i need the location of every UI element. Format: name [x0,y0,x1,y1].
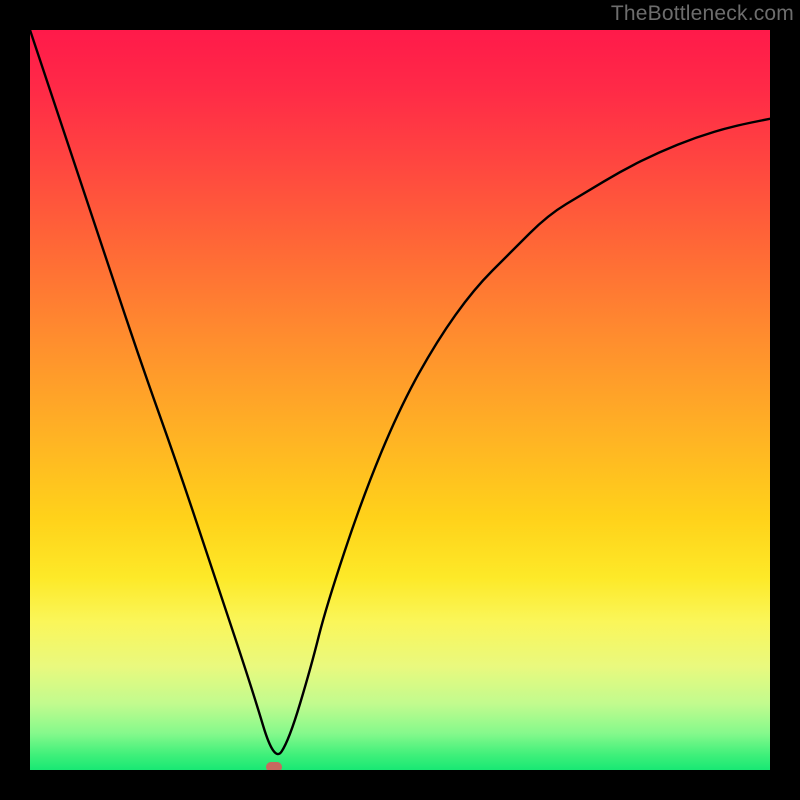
plot-area [30,30,770,770]
chart-frame: TheBottleneck.com [0,0,800,800]
watermark-text: TheBottleneck.com [611,2,794,26]
bottleneck-curve [30,30,770,770]
optimal-point-marker [266,762,282,770]
